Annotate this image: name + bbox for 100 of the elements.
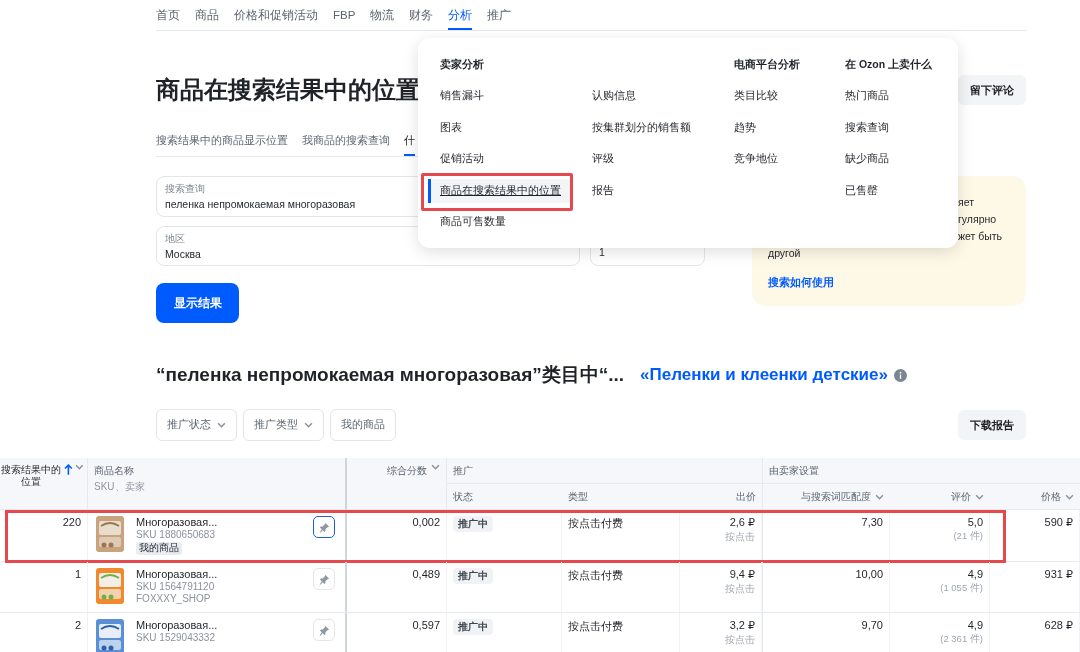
menu-item[interactable]: 趋势 [734,120,756,135]
show-results-button[interactable]: 显示结果 [156,283,239,323]
table-cell: 590 ₽ [1044,516,1073,529]
table-cell: 9,4 ₽ [729,568,755,581]
filter-button[interactable]: 我的商品 [330,409,396,441]
menu-item[interactable]: 认购信息 [592,89,636,103]
group-header: 由卖家设置 [762,458,1080,484]
table-cell: 2,6 ₽ [729,516,755,529]
chevron-icon[interactable] [431,464,440,470]
menu-heading: 电商平台分析 [734,58,801,72]
table-cell: 628 ₽ [1044,619,1073,632]
menu-item[interactable]: 类目比较 [734,89,778,103]
menu-item[interactable]: 商品在搜索结果中的位置 [428,178,573,203]
chevron-icon[interactable] [1065,493,1074,500]
menu-item[interactable]: 图表 [440,120,462,135]
table-cell: (1 055 件) [940,582,983,595]
feedback-button[interactable]: 留下评论 [958,75,1026,105]
table-cell: 1 [74,568,81,580]
page-title: 商品在搜索结果中的位置 [156,75,420,105]
pin-icon [318,573,330,585]
table-cell: 按点击付费 [568,568,623,583]
chevron-icon[interactable] [975,493,984,500]
table-header: 类型 [562,484,680,510]
pin-icon [318,624,330,636]
menu-item[interactable]: 缺少商品 [845,152,889,166]
table-cell: 10,00 [855,568,883,580]
download-report-button[interactable]: 下载报告 [958,410,1026,440]
menu-item[interactable]: 已售罄 [845,183,878,198]
pin-icon [318,521,330,533]
product-sku: SKU 1529043332 [136,632,216,643]
menu-item[interactable]: 商品可售数量 [440,215,506,229]
product-name[interactable]: Многоразовая... [136,516,301,528]
info-text: яет [958,195,975,210]
filter-button[interactable]: 推广状态 [156,409,237,441]
table-cell: 按点击 [725,634,755,647]
table-header[interactable]: 综合分数 [347,458,447,510]
nav-tab[interactable]: 物流 [370,0,395,30]
chevron-icon[interactable] [875,493,884,500]
table-header[interactable]: 与搜索词匹配度 [762,484,890,510]
nav-tab[interactable]: 财务 [409,0,434,30]
nav-tab[interactable]: 商品 [195,0,219,30]
menu-item[interactable]: 热门商品 [845,89,889,103]
menu-item[interactable]: 搜索查询 [845,120,889,135]
table-header[interactable]: 价格 [990,484,1080,510]
menu-item[interactable]: 报告 [592,183,614,198]
results-heading: “пеленка непромокаемая многоразовая”类目中“... [156,363,625,387]
status-tag: 推广中 [453,568,493,584]
table-header: 出价 [680,484,762,510]
tab[interactable]: 我商品的搜索查询 [302,133,390,156]
sort-up-icon[interactable] [64,464,74,475]
menu-heading: 卖家分析 [440,58,485,72]
chevron-icon[interactable] [75,464,84,470]
status-tag: 推广中 [453,516,493,532]
menu-item[interactable]: 销售漏斗 [440,89,484,103]
chevron-icon[interactable] [304,422,313,428]
table-cell: 4,9 [967,568,983,580]
menu-item[interactable]: 按集群划分的销售额 [592,120,691,135]
menu-item[interactable]: 评级 [592,152,614,166]
table-cell: 3,2 ₽ [729,619,755,632]
product-name[interactable]: Многоразовая... [136,619,301,631]
own-product-tag: 我的商品 [136,542,182,555]
table-cell: 2 [74,619,81,631]
product-sku: SKU 1564791120 [136,581,216,592]
table-cell: 931 ₽ [1044,568,1073,581]
filter-button[interactable]: 推广类型 [243,409,324,441]
menu-item[interactable]: 竞争地位 [734,152,778,166]
table-cell: 220 [62,516,81,528]
product-name[interactable]: Многоразовая... [136,568,301,580]
table-cell: 按点击 [725,583,755,596]
table-header: 商品名称 [94,464,134,478]
table-cell: 按点击 [725,531,755,544]
table-cell: (2 361 件) [940,633,983,646]
nav-tab[interactable]: FBP [333,0,356,30]
table-header[interactable]: 搜索结果中的位置 [0,458,88,510]
table-header[interactable]: 评价 [890,484,990,510]
status-tag: 推广中 [453,619,493,635]
table-cell: 7,30 [861,516,883,528]
menu-heading: 在 Ozon 上卖什么 [845,58,934,72]
category-link[interactable]: «Пеленки и клеенки детские» [640,365,888,385]
table-cell: (21 件) [953,530,983,543]
table-cell: 按点击付费 [568,516,623,531]
table-header: 状态 [447,484,562,510]
table-cell: 4,9 [967,619,983,631]
menu-item[interactable]: 促销活动 [440,152,484,166]
table-cell: 0,597 [412,619,440,631]
group-header: 推广 [447,458,762,484]
table-cell: 0,002 [412,516,440,528]
pin-button[interactable] [313,516,335,538]
chevron-icon[interactable] [217,422,226,428]
info-icon[interactable] [894,368,907,382]
table-subheader: SKU、卖家 [94,480,145,494]
tab[interactable]: 搜索结果中的商品显示位置 [156,133,288,156]
info-text: другой [768,246,802,261]
nav-tab[interactable]: 首页 [156,0,180,30]
help-link[interactable]: 搜索如何使用 [768,274,1010,291]
nav-tab[interactable]: 推广 [487,0,512,30]
nav-tab[interactable]: 分析 [448,0,473,30]
nav-tab[interactable]: 价格和促销活动 [234,0,318,30]
table-cell: 0,489 [412,568,440,580]
tab[interactable]: 什 [404,133,415,156]
